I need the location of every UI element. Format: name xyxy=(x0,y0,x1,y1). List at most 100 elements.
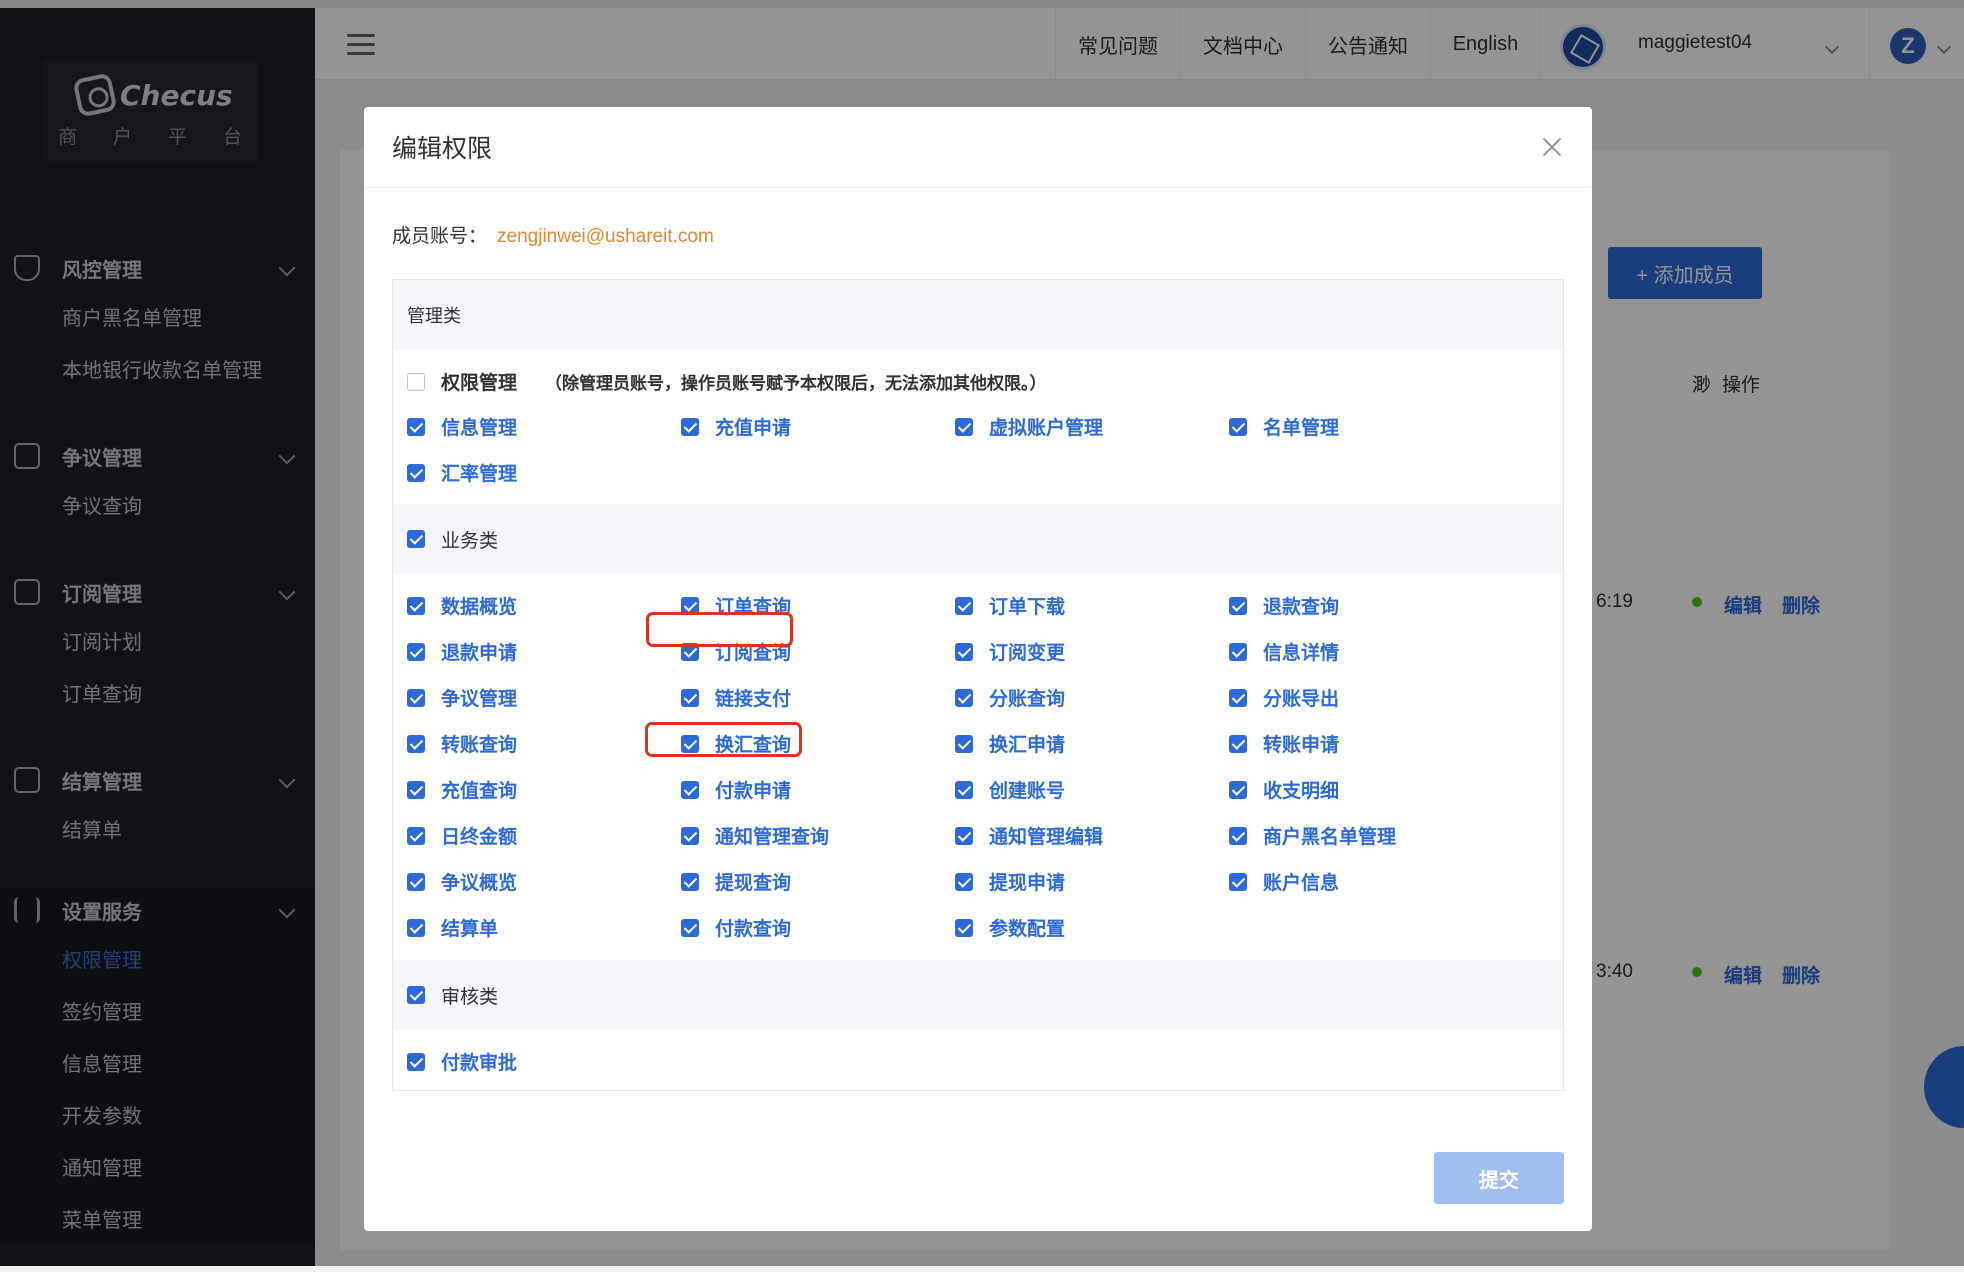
member-email: zengjinwei@ushareit.com xyxy=(497,226,714,247)
permission-checkbox[interactable]: 信息详情 xyxy=(1229,638,1339,665)
permission-label: 名单管理 xyxy=(1263,418,1340,439)
permission-label: 订单下载 xyxy=(989,597,1066,618)
permission-label: 收支明细 xyxy=(1263,781,1340,802)
edit-permissions-modal: 编辑权限 成员账号： zengjinwei@ushareit.com 管理类 权限… xyxy=(364,107,1592,1231)
permission-label: 结算单 xyxy=(441,919,499,940)
permission-checkbox[interactable]: 退款申请 xyxy=(407,638,517,665)
permission-checkbox[interactable]: 账户信息 xyxy=(1229,868,1339,895)
checkbox-icon xyxy=(681,918,699,937)
checkbox-icon xyxy=(407,1052,425,1071)
submit-button[interactable]: 提交 xyxy=(1434,1152,1564,1204)
permission-label: 分账查询 xyxy=(989,689,1066,710)
section-header-review[interactable]: 审核类 xyxy=(393,960,1563,1030)
permission-label: 信息详情 xyxy=(1263,643,1340,664)
checkbox-icon xyxy=(681,872,699,891)
permission-checkbox[interactable]: 数据概览 xyxy=(407,592,517,619)
permission-checkbox[interactable]: 订单下载 xyxy=(955,592,1065,619)
checkbox-icon xyxy=(407,596,425,615)
checkbox-icon xyxy=(955,642,973,661)
permission-checkbox[interactable]: 收支明细 xyxy=(1229,776,1339,803)
permission-label: 付款查询 xyxy=(715,919,792,940)
permission-checkbox[interactable]: 参数配置 xyxy=(955,914,1065,941)
permission-label: 付款申请 xyxy=(715,781,792,802)
checkbox-icon xyxy=(407,986,425,1004)
checkbox-icon xyxy=(407,372,425,391)
permission-checkbox[interactable]: 充值申请 xyxy=(681,413,791,440)
checkbox-icon xyxy=(407,780,425,799)
permission-checkbox[interactable]: 分账查询 xyxy=(955,684,1065,711)
checkbox-icon xyxy=(955,780,973,799)
permission-checkbox[interactable]: 争议管理 xyxy=(407,684,517,711)
checkbox-icon xyxy=(1229,417,1247,436)
permission-checkbox[interactable]: 链接支付 xyxy=(681,684,791,711)
permission-checkbox[interactable]: 退款查询 xyxy=(1229,592,1339,619)
permission-label: 商户黑名单管理 xyxy=(1263,827,1397,848)
checkbox-icon xyxy=(1229,780,1247,799)
permission-checkbox[interactable]: 分账导出 xyxy=(1229,684,1339,711)
checkbox-icon xyxy=(1229,596,1247,615)
permission-checkbox[interactable]: 虚拟账户管理 xyxy=(955,413,1103,440)
permission-checkbox[interactable]: 日终金额 xyxy=(407,822,517,849)
permission-checkbox[interactable]: 转账查询 xyxy=(407,730,517,757)
permission-checkbox[interactable]: 通知管理编辑 xyxy=(955,822,1103,849)
checkbox-icon xyxy=(955,918,973,937)
permission-checkbox[interactable]: 换汇申请 xyxy=(955,730,1065,757)
section-header-business[interactable]: 业务类 xyxy=(393,504,1563,574)
permission-label: 通知管理查询 xyxy=(715,827,830,848)
permission-label: 数据概览 xyxy=(441,597,518,618)
permission-checkbox[interactable]: 名单管理 xyxy=(1229,413,1339,440)
checkbox-icon xyxy=(681,780,699,799)
permission-label: 争议管理 xyxy=(441,689,518,710)
permission-checkbox[interactable]: 提现申请 xyxy=(955,868,1065,895)
section-header-management: 管理类 xyxy=(393,280,1563,350)
permission-label: 链接支付 xyxy=(715,689,792,710)
checkbox-icon xyxy=(1229,872,1247,891)
permission-label: 转账申请 xyxy=(1263,735,1340,756)
permission-checkbox[interactable]: 订阅变更 xyxy=(955,638,1065,665)
permission-checkbox[interactable]: 付款审批 xyxy=(407,1048,517,1075)
permission-checkbox[interactable]: 付款查询 xyxy=(681,914,791,941)
permission-label: 创建账号 xyxy=(989,781,1066,802)
permission-label: 充值申请 xyxy=(715,418,792,439)
checkbox-icon xyxy=(955,596,973,615)
checkbox-icon xyxy=(407,918,425,937)
permission-checkbox[interactable]: 充值查询 xyxy=(407,776,517,803)
checkbox-icon xyxy=(955,417,973,436)
permission-checkbox[interactable]: 信息管理 xyxy=(407,413,517,440)
permissions-box: 管理类 权限管理 （除管理员账号，操作员账号赋予本权限后，无法添加其他权限。） … xyxy=(392,279,1564,1091)
permission-label: 日终金额 xyxy=(441,827,518,848)
permission-label: 转账查询 xyxy=(441,735,518,756)
permission-checkbox[interactable]: 争议概览 xyxy=(407,868,517,895)
permission-label: 提现查询 xyxy=(715,873,792,894)
permission-label: 参数配置 xyxy=(989,919,1066,940)
divider xyxy=(364,187,1592,188)
permission-checkbox[interactable]: 通知管理查询 xyxy=(681,822,829,849)
permission-label: 退款查询 xyxy=(1263,597,1340,618)
highlight-box-payment-query xyxy=(645,722,802,757)
checkbox-icon xyxy=(407,688,425,707)
permission-admin-checkbox[interactable]: 权限管理 （除管理员账号，操作员账号赋予本权限后，无法添加其他权限。） xyxy=(407,368,1047,395)
checkbox-icon xyxy=(1229,642,1247,661)
permission-checkbox[interactable]: 创建账号 xyxy=(955,776,1065,803)
permission-label: 付款审批 xyxy=(441,1053,518,1074)
checkbox-icon xyxy=(1229,826,1247,845)
close-icon[interactable] xyxy=(1542,137,1562,157)
permission-checkbox[interactable]: 汇率管理 xyxy=(407,459,517,486)
modal-title: 编辑权限 xyxy=(392,135,493,163)
checkbox-icon xyxy=(681,826,699,845)
checkbox-icon xyxy=(407,417,425,436)
permission-checkbox[interactable]: 付款申请 xyxy=(681,776,791,803)
bottom-strip xyxy=(0,1266,1964,1272)
permission-checkbox[interactable]: 转账申请 xyxy=(1229,730,1339,757)
permission-label: 退款申请 xyxy=(441,643,518,664)
checkbox-icon xyxy=(407,826,425,845)
permission-label: 充值查询 xyxy=(441,781,518,802)
permission-label: 换汇申请 xyxy=(989,735,1066,756)
checkbox-icon xyxy=(955,826,973,845)
checkbox-icon xyxy=(1229,734,1247,753)
permission-label: 争议概览 xyxy=(441,873,518,894)
permission-checkbox[interactable]: 商户黑名单管理 xyxy=(1229,822,1396,849)
checkbox-icon xyxy=(681,417,699,436)
permission-checkbox[interactable]: 提现查询 xyxy=(681,868,791,895)
permission-checkbox[interactable]: 结算单 xyxy=(407,914,498,941)
